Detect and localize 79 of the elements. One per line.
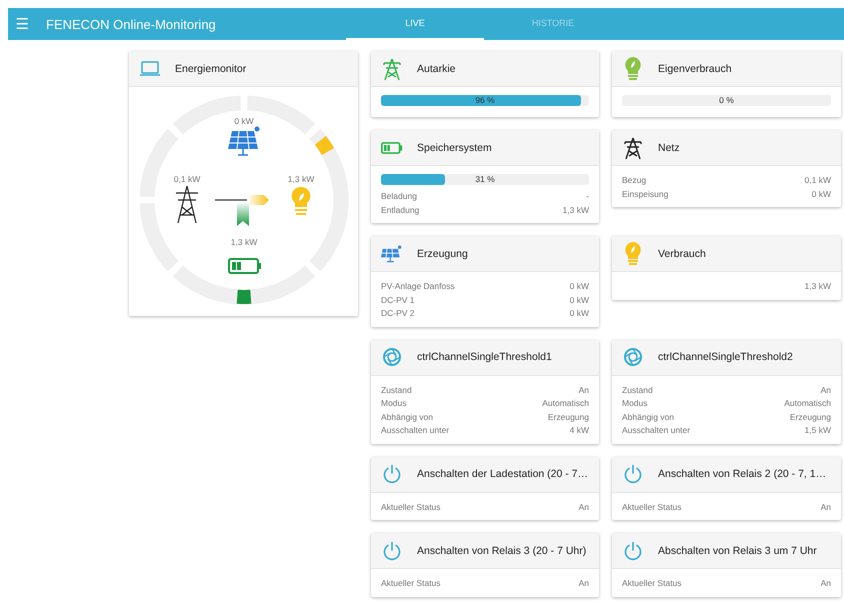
battery-icon: [381, 140, 403, 154]
row-label: Abhängig von: [622, 410, 674, 424]
row-label: Ausschalten unter: [381, 424, 450, 437]
row-value: Automatisch: [542, 397, 589, 410]
battery-icon: [228, 258, 261, 274]
power-icon: [381, 540, 403, 560]
card-title: Netz: [658, 142, 680, 154]
card-title: Anschalten der Ladestation (20 - 7…: [417, 468, 588, 480]
aperture-icon: [381, 347, 403, 367]
row-value: 1,5 kW: [804, 424, 831, 437]
tab[interactable]: LIVE: [346, 8, 484, 40]
row-label: Modus: [622, 397, 648, 410]
row-value: An: [578, 500, 589, 514]
power-tower-icon: [381, 56, 403, 80]
row-value: An: [820, 384, 831, 396]
solar-panel-icon: [228, 126, 260, 156]
row-value: 0,1 kW: [804, 174, 831, 187]
row-label: PV-Anlage Danfoss: [381, 280, 455, 293]
row-label: DC-PV 1: [381, 294, 415, 306]
row-label: Entladung: [381, 204, 420, 217]
progress-label: 31 %: [474, 174, 496, 185]
light-bulb-icon: [292, 187, 310, 215]
card-title: Eigenverbrauch: [658, 62, 732, 74]
row-value: An: [578, 384, 589, 396]
progress-label: 0 %: [718, 95, 735, 106]
row-label: Beladung: [381, 190, 417, 203]
row-label: Ausschalten unter: [622, 424, 690, 437]
card-title: Anschalten von Relais 2 (20 - 7, 1…: [658, 468, 826, 480]
row-label: Aktueller Status: [381, 500, 441, 514]
aperture-icon: [622, 347, 644, 367]
row-label: Aktueller Status: [622, 577, 682, 590]
progress-label: 96 %: [474, 95, 496, 106]
row-value: 0 kW: [570, 307, 589, 320]
row-label: Zustand: [381, 384, 412, 396]
power-icon: [381, 464, 403, 484]
row-value: 0 kW: [812, 188, 831, 200]
card-title: Energiemonitor: [175, 62, 246, 74]
card-title: ctrlChannelSingleThreshold2: [658, 351, 793, 363]
power-value: 0,1 kW: [174, 174, 200, 184]
row-value: 1,3 kW: [562, 204, 589, 216]
solar-panel-icon: [381, 242, 403, 264]
row-value: 0 kW: [570, 294, 589, 306]
power-tower-icon: [175, 185, 199, 224]
power-value: 1,3 kW: [288, 174, 314, 184]
card-title: Speichersystem: [417, 142, 492, 154]
laptop-icon: [139, 60, 161, 78]
card-title: ctrlChannelSingleThreshold1: [417, 351, 552, 363]
tab[interactable]: HISTORIE: [484, 8, 622, 40]
row-value: An: [578, 577, 589, 590]
row-label: Modus: [381, 397, 407, 410]
row-value: Erzeugung: [790, 410, 831, 424]
row-label: Abhängig von: [381, 410, 433, 424]
row-value: 0 kW: [570, 280, 589, 293]
row-value: -: [586, 190, 589, 203]
app-title: FENECON Online-Monitoring: [46, 16, 216, 32]
row-value: An: [820, 500, 831, 514]
flow-arrow-drawing: [215, 195, 269, 226]
row-value: An: [820, 577, 831, 590]
menu-icon[interactable]: ☰: [12, 16, 32, 32]
card-title: Erzeugung: [417, 248, 468, 260]
row-value: Erzeugung: [548, 410, 589, 424]
row-label: Bezug: [622, 174, 646, 187]
row-value: 4 kW: [570, 424, 589, 437]
row-label: Zustand: [622, 384, 653, 396]
card-title: Abschalten von Relais 3 um 7 Uhr: [658, 544, 817, 556]
power-value: 1,3 kW: [230, 237, 258, 247]
card-title: Verbrauch: [658, 248, 706, 260]
card-title: Anschalten von Relais 3 (20 - 7 Uhr): [417, 544, 586, 556]
card-title: Autarkie: [417, 62, 456, 74]
power-tower-icon: [622, 136, 644, 160]
row-label: Einspeisung: [622, 188, 668, 201]
power-value: 0 kW: [234, 116, 254, 126]
row-label: DC-PV 2: [381, 307, 415, 320]
power-icon: [622, 540, 644, 560]
row-value: Automatisch: [784, 397, 831, 410]
power-icon: [622, 464, 644, 484]
row-label: Aktueller Status: [381, 577, 441, 590]
row-label: Aktueller Status: [622, 500, 682, 514]
row-value: 1,3 kW: [804, 280, 831, 293]
